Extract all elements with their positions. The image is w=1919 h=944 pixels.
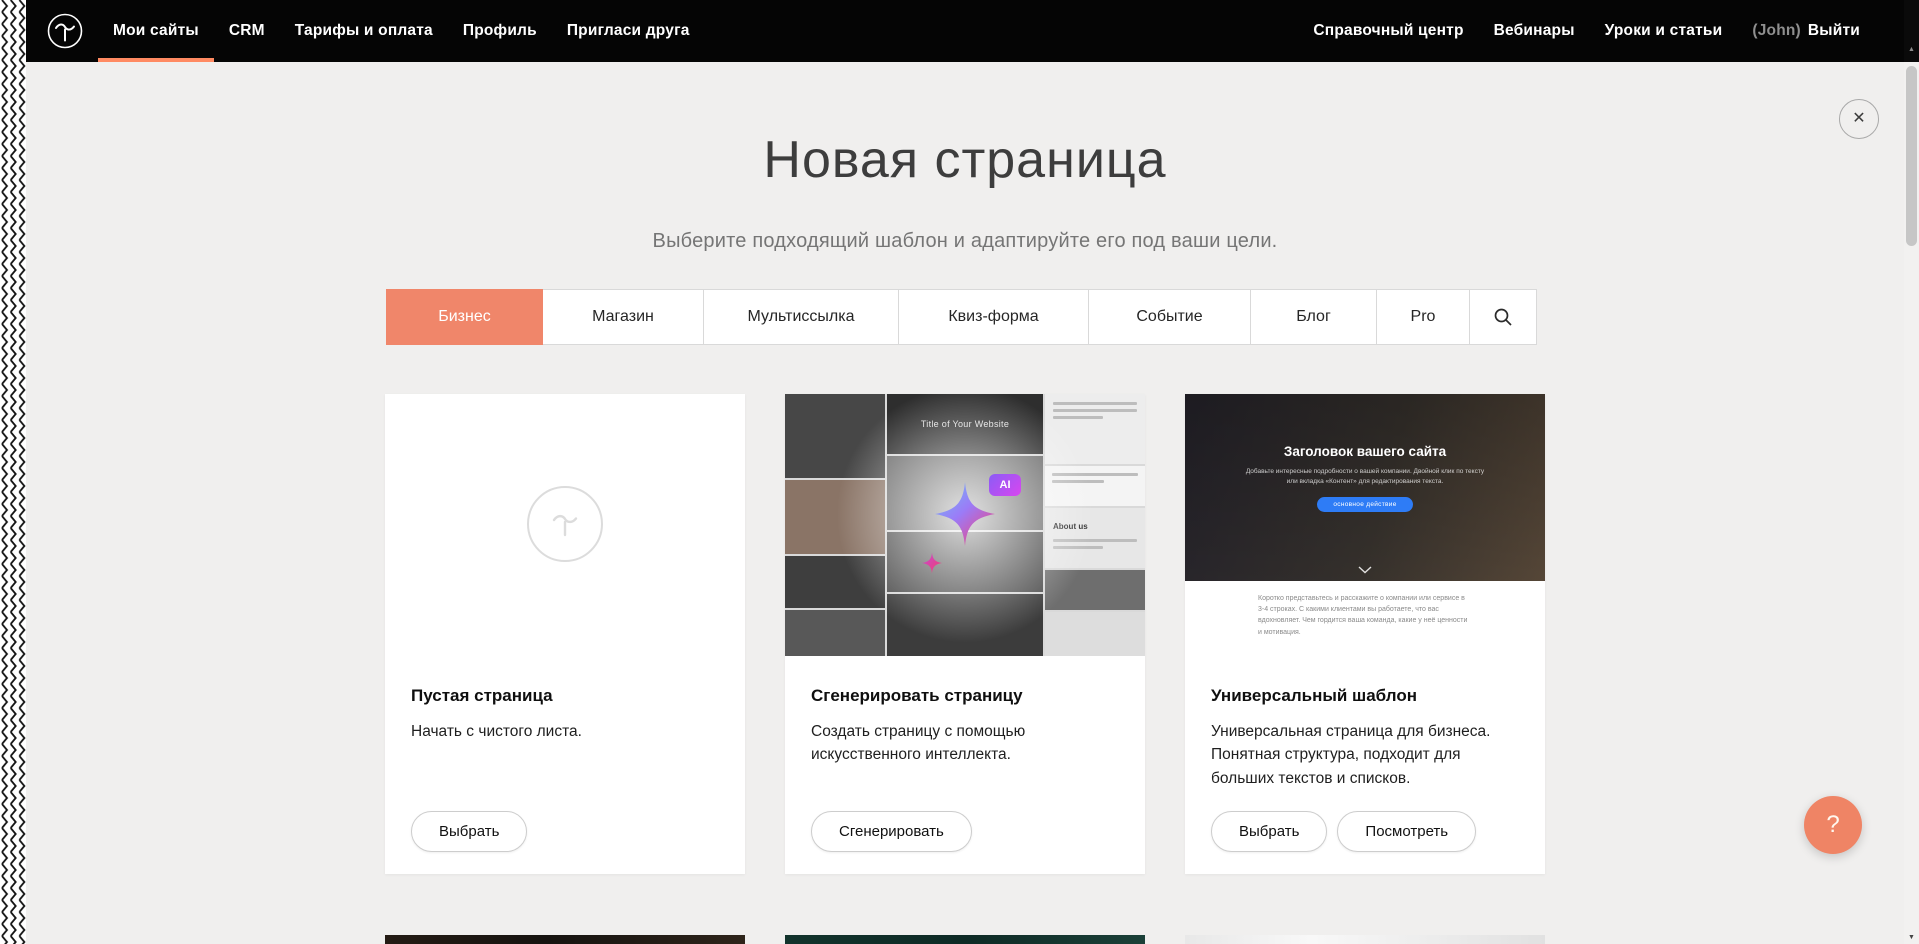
card-description: Начать с чистого листа.	[411, 720, 719, 743]
tilda-logo-icon	[46, 12, 84, 50]
view-template-button[interactable]: Посмотреть	[1337, 811, 1476, 852]
card-generate-ai: Title of Your Website About us	[785, 394, 1145, 874]
tab-quiz-form[interactable]: Квиз-форма	[898, 289, 1089, 345]
template-hero-block: Заголовок вашего сайта Добавьте интересн…	[1185, 394, 1545, 581]
page-subtitle: Выберите подходящий шаблон и адаптируйте…	[26, 230, 1904, 253]
card-title: Пустая страница	[411, 686, 719, 706]
close-icon: ✕	[1852, 111, 1865, 127]
search-icon	[1493, 307, 1513, 327]
scrollbar-track[interactable]	[1904, 62, 1919, 930]
nav-item-crm[interactable]: CRM	[214, 0, 280, 62]
template-preview-image: Заголовок вашего сайта Добавьте интересн…	[1185, 394, 1545, 656]
choose-template-button[interactable]: Выбрать	[1211, 811, 1327, 852]
zigzag-pattern	[0, 0, 26, 944]
scrollbar-thumb[interactable]	[1906, 66, 1917, 246]
scroll-up-icon[interactable]: ▲	[1908, 46, 1915, 53]
tab-event[interactable]: Событие	[1088, 289, 1251, 345]
question-icon: ?	[1826, 811, 1839, 839]
card-universal-template: Заголовок вашего сайта Добавьте интересн…	[1185, 394, 1545, 874]
template-cards-grid: Пустая страница Начать с чистого листа. …	[385, 394, 1545, 874]
decorative-zigzag-strip	[0, 0, 26, 944]
next-templates-row	[385, 935, 1545, 944]
tilda-watermark-icon	[527, 486, 603, 562]
chevron-down-icon	[1358, 566, 1372, 574]
template-category-tabs: Бизнес Магазин Мультиссылка Квиз-форма С…	[386, 289, 1544, 345]
new-page-dialog: ✕ Новая страница Выберите подходящий шаб…	[26, 62, 1904, 944]
partial-template-card	[385, 935, 745, 944]
tilda-logo[interactable]	[46, 12, 84, 50]
ai-card-image: Title of Your Website About us	[785, 394, 1145, 656]
partial-template-card	[1185, 935, 1545, 944]
top-navbar: Мои сайты CRM Тарифы и оплата Профиль Пр…	[26, 0, 1919, 62]
blank-page-preview	[385, 394, 745, 656]
ai-badge: AI	[989, 474, 1021, 496]
template-hero-subtext: Добавьте интересные подробности о вашей …	[1243, 467, 1488, 487]
nav-item-profile[interactable]: Профиль	[448, 0, 552, 62]
tab-pro[interactable]: Pro	[1376, 289, 1470, 345]
tab-blog[interactable]: Блог	[1250, 289, 1377, 345]
nav-item-lessons[interactable]: Уроки и статьи	[1590, 0, 1738, 62]
template-body-block: Коротко представьтесь и расскажите о ком…	[1185, 581, 1545, 656]
help-button[interactable]: ?	[1804, 796, 1862, 854]
scroll-down-icon: ▼	[1908, 934, 1915, 941]
page-scrollbar: ▲ ▼	[1904, 0, 1919, 944]
template-hero-cta-button: основное действие	[1317, 497, 1412, 512]
tab-business[interactable]: Бизнес	[386, 289, 543, 345]
tab-multilink[interactable]: Мультиссылка	[703, 289, 899, 345]
card-blank-page: Пустая страница Начать с чистого листа. …	[385, 394, 745, 874]
page-title: Новая страница	[26, 130, 1904, 190]
nav-item-tariffs[interactable]: Тарифы и оплата	[280, 0, 448, 62]
close-button[interactable]: ✕	[1839, 99, 1879, 139]
ai-small-sparkle-icon	[921, 552, 943, 574]
scrollbar-down-button[interactable]: ▼	[1904, 930, 1919, 944]
partial-template-card	[785, 935, 1145, 944]
card-title: Универсальный шаблон	[1211, 686, 1519, 706]
card-description: Создать страницу с помощью искусственног…	[811, 720, 1119, 767]
card-description: Универсальная страница для бизнеса. Поня…	[1211, 720, 1519, 790]
tab-search[interactable]	[1469, 289, 1537, 345]
tab-shop[interactable]: Магазин	[542, 289, 704, 345]
scrollbar-navbar-cap: ▲	[1904, 0, 1919, 62]
nav-item-help-center[interactable]: Справочный центр	[1298, 0, 1478, 62]
nav-item-logout[interactable]: (John) Выйти	[1737, 0, 1875, 62]
generate-button[interactable]: Сгенерировать	[811, 811, 972, 852]
secondary-menu: Справочный центр Вебинары Уроки и статьи…	[1298, 0, 1919, 62]
template-body-text: Коротко представьтесь и расскажите о ком…	[1258, 593, 1472, 656]
template-hero-heading: Заголовок вашего сайта	[1284, 444, 1446, 459]
nav-item-my-sites[interactable]: Мои сайты	[98, 0, 214, 62]
card-title: Сгенерировать страницу	[811, 686, 1119, 706]
main-menu: Мои сайты CRM Тарифы и оплата Профиль Пр…	[98, 0, 705, 62]
choose-blank-button[interactable]: Выбрать	[411, 811, 527, 852]
nav-item-invite-friend[interactable]: Пригласи друга	[552, 0, 705, 62]
logout-label: Выйти	[1808, 22, 1860, 40]
username-label: (John)	[1752, 22, 1801, 40]
nav-item-webinars[interactable]: Вебинары	[1479, 0, 1590, 62]
